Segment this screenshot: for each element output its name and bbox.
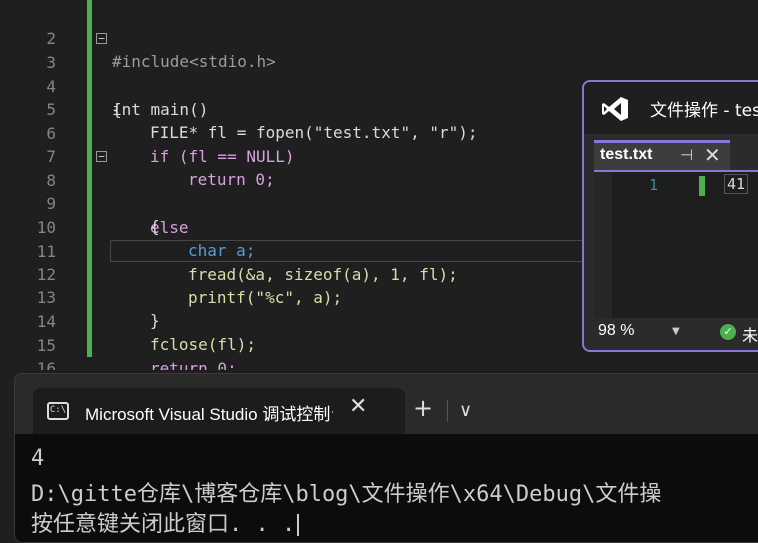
code-text: return 0; (150, 359, 237, 370)
file-preview-window[interactable]: 文件操作 - test test.txt ⊣ ✕ 1 41 98 % ▼ ✓ 未 (582, 80, 758, 352)
output-line: 按任意键关闭此窗口. . . (31, 506, 300, 538)
close-icon[interactable]: ✕ (704, 143, 721, 167)
window-title: 文件操作 - test (650, 101, 758, 121)
new-tab-icon[interactable]: + (413, 394, 433, 422)
code-line[interactable]: 4 { (0, 51, 758, 120)
chevron-down-icon[interactable]: ▼ (672, 326, 680, 337)
pin-icon[interactable]: ⊣ (680, 146, 693, 164)
tab-label: test.txt (600, 146, 653, 163)
output-text: 按任意键关闭此窗口. . . (31, 512, 296, 537)
file-content-editor[interactable]: 1 41 (594, 172, 758, 318)
console-icon: C:\ (47, 402, 69, 420)
change-indicator-bar (699, 176, 705, 196)
collapse-icon[interactable]: − (96, 33, 107, 44)
text-cursor (297, 514, 300, 536)
line-number: 1 (649, 176, 659, 194)
tab-title: Microsoft Visual Studio 调试控制台 (85, 405, 333, 424)
window-titlebar[interactable]: 文件操作 - test (584, 82, 758, 134)
line-number: 16 (36, 358, 56, 371)
status-text: 未 (742, 326, 758, 345)
collapse-icon[interactable]: − (96, 151, 107, 162)
check-icon: ✓ (720, 324, 736, 340)
visual-studio-icon (602, 97, 628, 121)
tab-debug-console[interactable]: C:\ Microsoft Visual Studio 调试控制台 ✕ (33, 388, 405, 434)
tab-test-txt[interactable]: test.txt ⊣ ✕ (594, 140, 730, 170)
close-icon[interactable]: ✕ (349, 394, 367, 419)
divider (447, 400, 448, 422)
output-line: D:\gitte仓库\博客仓库\blog\文件操作\x64\Debug\文件操 (31, 482, 662, 507)
chevron-down-icon[interactable]: ∨ (459, 400, 472, 421)
console-output[interactable]: 4 D:\gitte仓库\博客仓库\blog\文件操作\x64\Debug\文件… (15, 434, 758, 542)
zoom-level[interactable]: 98 % (598, 322, 634, 340)
debug-console-window[interactable]: C:\ Microsoft Visual Studio 调试控制台 ✕ + ∨ … (14, 373, 758, 543)
file-content[interactable]: 41 (724, 174, 749, 194)
code-line[interactable]: 3 − int main() (0, 27, 758, 119)
status-bar: 98 % ▼ ✓ 未 (594, 318, 758, 348)
editor-margin (594, 172, 612, 318)
code-line[interactable]: 2 #include<stdio.h> (0, 3, 758, 72)
output-line: 4 (31, 446, 45, 471)
